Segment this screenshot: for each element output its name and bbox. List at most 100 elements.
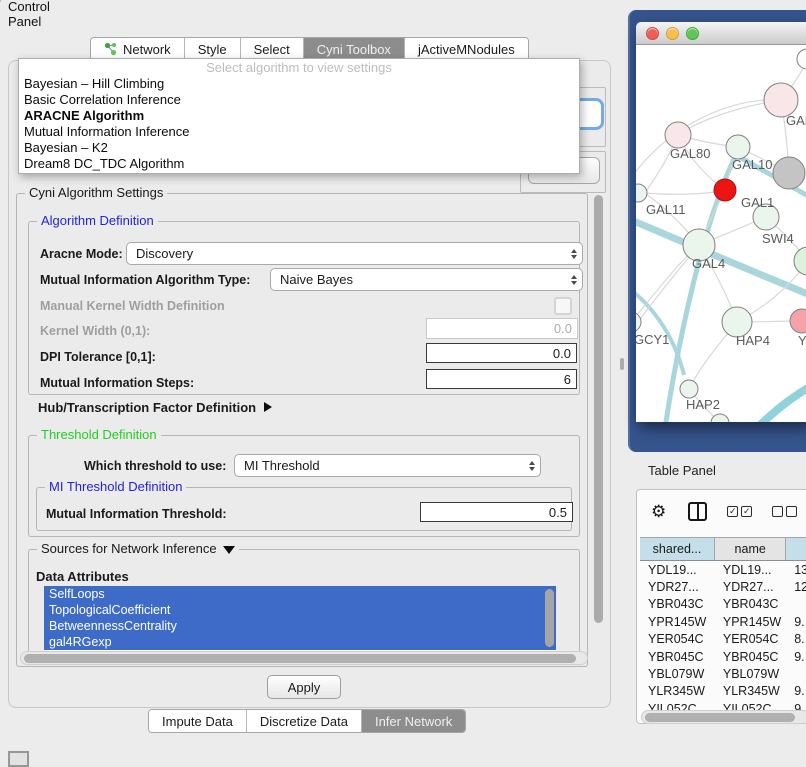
minimized-panel-icon[interactable] (8, 751, 29, 767)
attribute-item-topologicalcoefficient[interactable]: TopologicalCoefficient (44, 602, 556, 618)
select-all-checkboxes-icon[interactable]: ✓✓ (727, 506, 752, 517)
columns-icon[interactable] (688, 502, 707, 521)
mi-threshold-label: Mutual Information Threshold: (46, 507, 227, 521)
table-cell: 8. (786, 632, 806, 646)
network-node-gal10[interactable] (726, 135, 750, 159)
node-table: shared...name YDL19...YDL19...13YDR27...… (640, 537, 806, 718)
sources-title-label: Sources for Network Inference (41, 541, 217, 556)
tab-discretize-data[interactable]: Discretize Data (246, 710, 361, 732)
dpi-tolerance-label: DPI Tolerance [0,1]: (40, 350, 156, 364)
minimize-traffic-light-icon[interactable] (666, 27, 679, 40)
attribute-item-gal4rgexp[interactable]: gal4RGexp (44, 634, 556, 650)
node-label: GAL1 (741, 195, 774, 210)
table-row[interactable]: YER054CYER054C8. (640, 631, 806, 648)
panel-splitter-handle[interactable] (620, 358, 624, 370)
table-row[interactable]: YBR045CYBR045C9. (640, 648, 806, 665)
sources-group-title[interactable]: Sources for Network Inference (37, 541, 239, 556)
table-cell: 12 (786, 580, 806, 594)
network-node-item[interactable] (711, 414, 729, 422)
node-label: GAL11 (646, 202, 686, 217)
threshold-definition-title: Threshold Definition (37, 427, 161, 442)
table-row[interactable]: YBL079WYBL079W (640, 665, 806, 682)
network-node-item[interactable] (714, 179, 736, 201)
table-cell: YBR043C (640, 597, 715, 611)
table-cell: YBR043C (715, 597, 786, 611)
data-attributes-list: SelfLoopsTopologicalCoefficientBetweenne… (44, 586, 556, 652)
attribute-item-selfloops[interactable]: SelfLoops (44, 586, 556, 602)
tab-select[interactable]: Select (240, 38, 303, 60)
bottom-tabs: Impute DataDiscretize DataInfer Network (148, 709, 466, 733)
hub-definition-toggle[interactable]: Hub/Transcription Factor Definition (38, 400, 272, 415)
table-row[interactable]: YDR27...YDR27...12 (640, 578, 806, 595)
network-node-hap2[interactable] (680, 380, 698, 398)
attributes-list-scrollbar[interactable] (545, 588, 554, 650)
settings-vertical-scrollbar[interactable] (592, 193, 605, 659)
algorithm-option-aracne-algorithm[interactable]: ARACNE Algorithm (19, 108, 579, 124)
table-horizontal-scrollbar[interactable] (641, 710, 806, 724)
tab-impute-data[interactable]: Impute Data (149, 710, 246, 732)
network-node-item[interactable] (773, 157, 805, 189)
column-header-item[interactable] (786, 538, 806, 560)
mi-steps-field[interactable]: 6 (426, 369, 577, 389)
algorithm-option-bayesian-hill-climbing[interactable]: Bayesian – Hill Climbing (19, 76, 579, 92)
kernel-width-field[interactable]: 0.0 (426, 318, 578, 339)
table-row[interactable]: YPR145WYPR145W9. (640, 613, 806, 630)
aracne-mode-combo[interactable]: Discovery (126, 242, 583, 265)
algorithm-option-basic-correlation-inference[interactable]: Basic Correlation Inference (19, 92, 579, 108)
table-row[interactable]: YBR043CYBR043C (640, 596, 806, 613)
which-threshold-combo[interactable]: MI Threshold (234, 454, 541, 477)
mi-threshold-field[interactable]: 0.5 (420, 502, 573, 522)
algorithm-option-dream8-dc-tdc-algorithm[interactable]: Dream8 DC_TDC Algorithm (19, 156, 579, 172)
table-cell: YER054C (640, 632, 715, 646)
network-node-y[interactable] (790, 309, 806, 333)
data-attributes-label: Data Attributes (36, 569, 129, 584)
network-graph: GALGAL80GAL10GAL1GAL11SWI4GAL4GCY1HAP4YH… (636, 45, 806, 422)
network-node-gal[interactable] (764, 83, 798, 117)
table-cell: YDL19... (640, 563, 715, 577)
kernel-width-value: 0.0 (554, 321, 572, 336)
table-cell: 13 (786, 563, 806, 577)
node-label: GAL10 (732, 157, 772, 172)
tab-infer-network[interactable]: Infer Network (361, 710, 465, 732)
table-row[interactable]: YDL19...YDL19...13 (640, 561, 806, 578)
network-node-gcy1[interactable] (636, 312, 641, 332)
network-node-gal80[interactable] (665, 122, 691, 148)
tab-jactivemnodules[interactable]: jActiveMNodules (404, 38, 528, 60)
table-body: YDL19...YDL19...13YDR27...YDR27...12YBR0… (640, 561, 806, 718)
table-row[interactable]: YLR345WYLR345W9. (640, 683, 806, 700)
mi-algorithm-type-combo[interactable]: Naive Bayes (270, 268, 583, 291)
tab-cyni-toolbox[interactable]: Cyni Toolbox (303, 38, 404, 60)
window-title: Control Panel (8, 0, 50, 29)
node-label: SWI4 (762, 231, 794, 246)
tab-network[interactable]: Network (91, 38, 184, 60)
network-node-gal11[interactable] (636, 184, 647, 202)
attribute-item-betweennesscentrality[interactable]: BetweennessCentrality (44, 618, 556, 634)
table-panel: ⚙ ✓✓ shared...name YDL19...YDL19...13YDR… (636, 489, 806, 724)
close-traffic-light-icon[interactable] (646, 27, 659, 40)
network-node-swi4[interactable] (794, 247, 806, 275)
apply-button[interactable]: Apply (267, 675, 341, 699)
table-cell: YDL19... (715, 563, 786, 577)
manual-kernel-width-checkbox[interactable] (554, 297, 572, 315)
tab-label: jActiveMNodules (418, 42, 515, 57)
aracne-mode-label: Aracne Mode: (40, 247, 123, 261)
column-header-name[interactable]: name (715, 538, 786, 560)
network-icon (104, 42, 117, 56)
tab-style[interactable]: Style (184, 38, 240, 60)
column-header-shared[interactable]: shared... (640, 538, 715, 560)
dpi-tolerance-field[interactable]: 0.0 (426, 343, 577, 363)
algorithm-option-bayesian-k2[interactable]: Bayesian – K2 (19, 140, 579, 156)
table-cell: 9. (786, 650, 806, 664)
deselect-all-checkboxes-icon[interactable] (772, 506, 797, 517)
network-canvas[interactable]: GALGAL80GAL10GAL1GAL11SWI4GAL4GCY1HAP4YH… (636, 45, 806, 422)
mi-threshold-definition-title: MI Threshold Definition (45, 479, 186, 494)
settings-horizontal-scrollbar[interactable] (20, 651, 588, 665)
table-cell: YPR145W (640, 615, 715, 629)
network-node-item[interactable] (797, 49, 806, 69)
gear-icon[interactable]: ⚙ (651, 503, 666, 520)
tab-label: Style (198, 42, 227, 57)
zoom-traffic-light-icon[interactable] (686, 27, 699, 40)
algorithm-option-mutual-information-inference[interactable]: Mutual Information Inference (19, 124, 579, 140)
tab-label: Select (254, 42, 290, 57)
mi-algorithm-type-label: Mutual Information Algorithm Type: (40, 273, 250, 287)
